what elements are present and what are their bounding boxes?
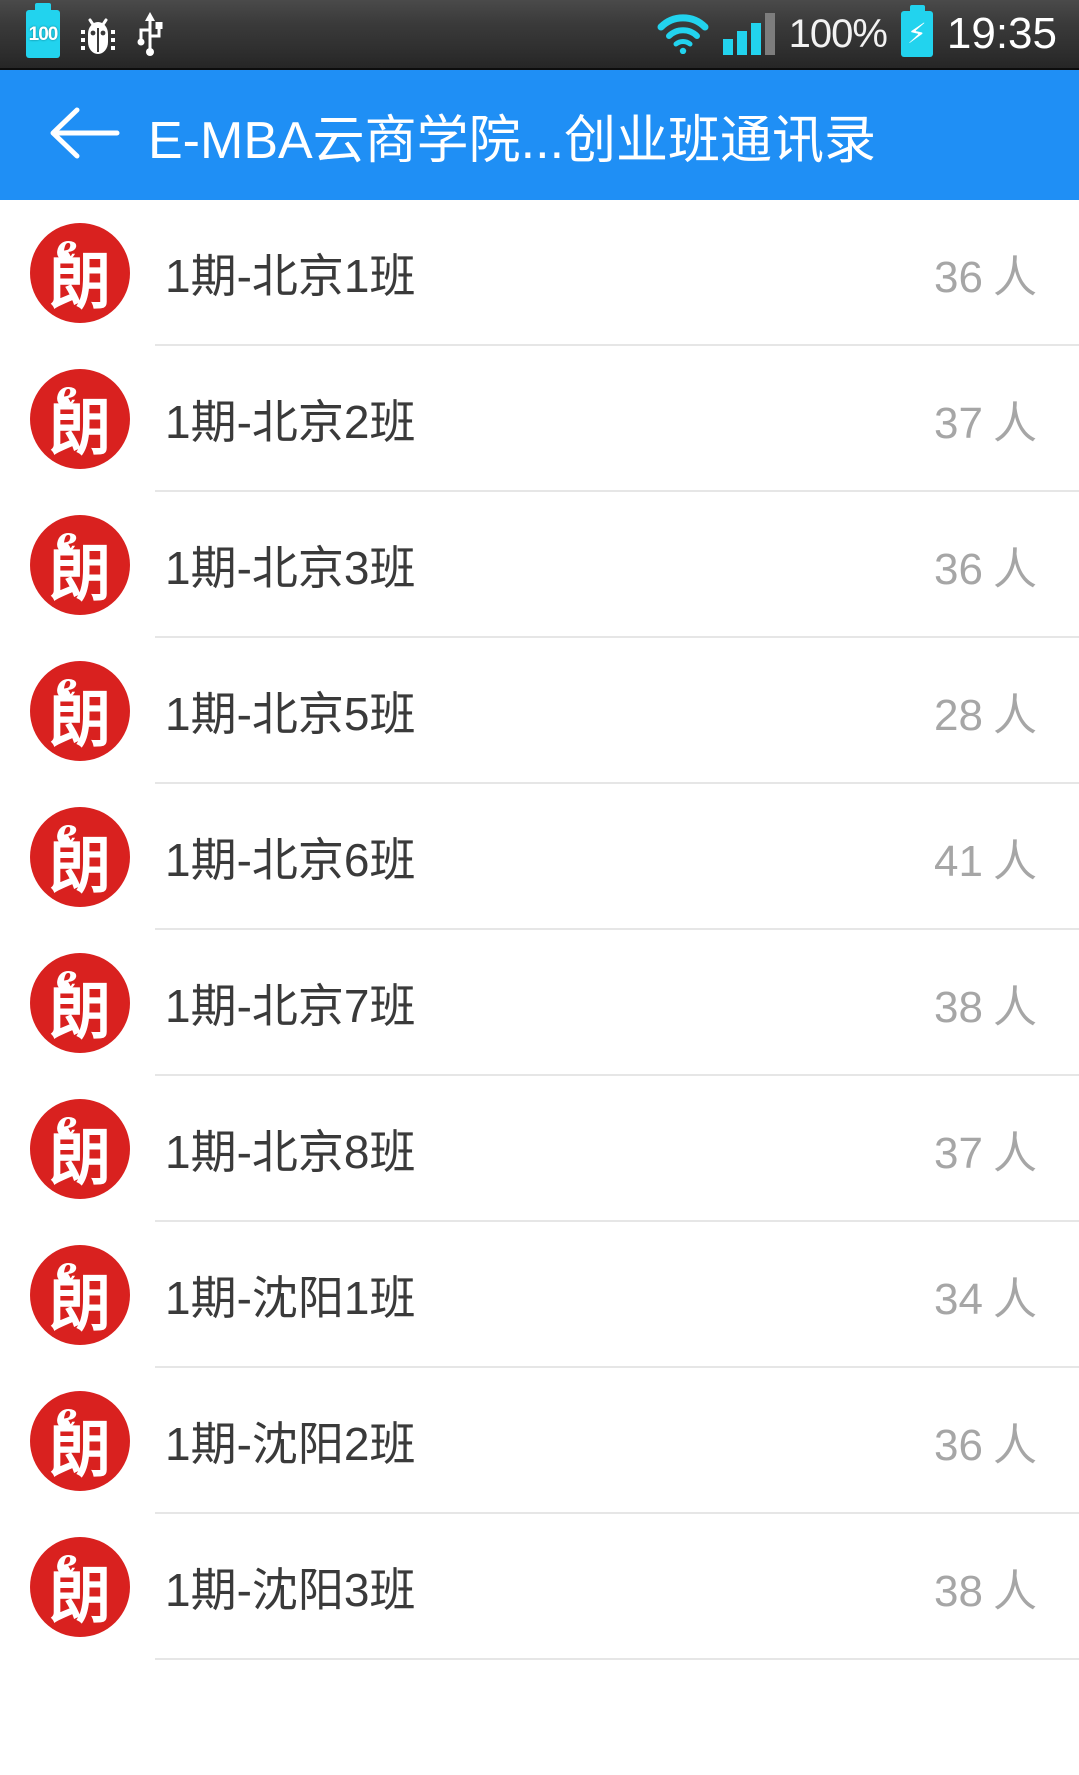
battery-level-icon: 100 (26, 3, 60, 58)
lang-logo-icon: e朗 (30, 515, 130, 615)
lang-logo-icon: e朗 (30, 1537, 130, 1637)
list-item[interactable]: e 朗 1期-沈阳3班 38 人 (0, 1514, 1079, 1660)
logo-lang-character: 朗 (48, 1559, 111, 1632)
class-list[interactable]: e 朗 1期-北京1班 36 人 e 朗 1期-北京2班 37 人 e 朗 1期-北京3班 36 人 e 朗 1期… (0, 200, 1079, 1775)
lang-logo-icon: e朗 (30, 953, 130, 1053)
list-item[interactable]: e 朗 1期-北京1班 36 人 (0, 200, 1079, 346)
battery-level-label: 100 (28, 23, 59, 45)
member-count-number: 36 (934, 1421, 983, 1470)
member-count-label: 28 人 (934, 679, 1037, 743)
battery-percent-label: 100% (788, 11, 888, 56)
logo-lang-character: 朗 (48, 829, 111, 902)
member-count-label: 34 人 (934, 1263, 1037, 1327)
lang-logo-icon: e朗 (30, 369, 130, 469)
status-bar-left-icons: 100 (0, 3, 164, 58)
class-name-label: 1期-北京5班 (165, 688, 416, 740)
list-item[interactable]: e 朗 1期-沈阳1班 34 人 (0, 1222, 1079, 1368)
signal-bar-3 (750, 23, 761, 55)
member-count-number: 34 (934, 1275, 983, 1324)
member-count-number: 41 (934, 837, 983, 886)
app-title-bar: E-MBA云商学院...创业班通讯录 (0, 70, 1079, 200)
member-count-unit: 人 (993, 1275, 1037, 1324)
member-count-label: 38 人 (934, 971, 1037, 1035)
member-count-unit: 人 (993, 691, 1037, 740)
member-count-number: 38 (934, 1567, 983, 1616)
member-count-unit: 人 (993, 545, 1037, 594)
class-name-label: 1期-沈阳1班 (165, 1272, 416, 1324)
lang-logo-icon: e朗 (30, 661, 130, 761)
class-name-label: 1期-北京7班 (165, 980, 416, 1032)
back-button[interactable] (40, 90, 130, 180)
logo-lang-character: 朗 (48, 1121, 111, 1194)
member-count-unit: 人 (993, 1567, 1037, 1616)
class-name-label: 1期-北京2班 (165, 396, 416, 448)
logo-lang-character: 朗 (48, 537, 111, 610)
logo-lang-character: 朗 (48, 391, 111, 464)
usb-icon (136, 10, 164, 58)
lang-logo-icon: e朗 (30, 1391, 130, 1491)
class-name-label: 1期-北京3班 (165, 542, 416, 594)
member-count-unit: 人 (993, 1421, 1037, 1470)
class-name-label: 1期-北京6班 (165, 834, 416, 886)
member-count-number: 36 (934, 253, 983, 302)
clock-label: 19:35 (946, 9, 1057, 58)
list-item[interactable]: e 朗 1期-沈阳2班 36 人 (0, 1368, 1079, 1514)
member-count-unit: 人 (993, 399, 1037, 448)
list-item[interactable]: e 朗 1期-北京6班 41 人 (0, 784, 1079, 930)
member-count-number: 36 (934, 545, 983, 594)
class-name-label: 1期-北京1班 (165, 250, 416, 302)
battery-charging-icon: ⚡ (900, 5, 933, 57)
signal-bar-4 (764, 13, 775, 55)
member-count-number: 38 (934, 983, 983, 1032)
member-count-label: 36 人 (934, 241, 1037, 305)
lang-logo-icon: e朗 (30, 807, 130, 907)
logo-lang-character: 朗 (48, 1413, 111, 1486)
logo-lang-character: 朗 (48, 245, 111, 318)
back-arrow-icon (47, 102, 123, 169)
status-bar-right-icons: 100% ⚡ 19:35 (657, 5, 1079, 59)
class-name-label: 1期-北京8班 (165, 1126, 416, 1178)
page-title: E-MBA云商学院...创业班通讯录 (148, 111, 877, 170)
class-name-label: 1期-沈阳2班 (165, 1418, 416, 1470)
list-item[interactable]: e 朗 1期-北京8班 37 人 (0, 1076, 1079, 1222)
signal-bar-2 (736, 31, 747, 55)
logo-lang-character: 朗 (48, 975, 111, 1048)
member-count-unit: 人 (993, 983, 1037, 1032)
logo-lang-character: 朗 (48, 1267, 111, 1340)
debug-bug-icon (78, 12, 118, 56)
member-count-label: 41 人 (934, 825, 1037, 889)
status-bar: 100 100% ⚡ 19:35 (0, 0, 1079, 70)
member-count-number: 28 (934, 691, 983, 740)
member-count-unit: 人 (993, 1129, 1037, 1178)
list-item[interactable]: e 朗 1期-北京7班 38 人 (0, 930, 1079, 1076)
member-count-number: 37 (934, 399, 983, 448)
member-count-label: 36 人 (934, 533, 1037, 597)
member-count-label: 37 人 (934, 1117, 1037, 1181)
lang-logo-icon: e朗 (30, 1099, 130, 1199)
member-count-label: 36 人 (934, 1409, 1037, 1473)
list-item[interactable]: e 朗 1期-北京3班 36 人 (0, 492, 1079, 638)
member-count-unit: 人 (993, 837, 1037, 886)
wifi-icon (657, 14, 709, 55)
list-item[interactable]: e 朗 1期-北京2班 37 人 (0, 346, 1079, 492)
class-name-label: 1期-沈阳3班 (165, 1564, 416, 1616)
member-count-unit: 人 (993, 253, 1037, 302)
list-item[interactable]: e 朗 1期-北京5班 28 人 (0, 638, 1079, 784)
member-count-label: 37 人 (934, 387, 1037, 451)
member-count-number: 37 (934, 1129, 983, 1178)
cellular-signal-icon (722, 13, 775, 55)
signal-bar-1 (722, 39, 733, 55)
lang-logo-icon: e朗 (30, 223, 130, 323)
member-count-label: 38 人 (934, 1555, 1037, 1619)
logo-lang-character: 朗 (48, 683, 111, 756)
lightning-bolt-icon: ⚡ (907, 18, 927, 49)
lang-logo-icon: e朗 (30, 1245, 130, 1345)
